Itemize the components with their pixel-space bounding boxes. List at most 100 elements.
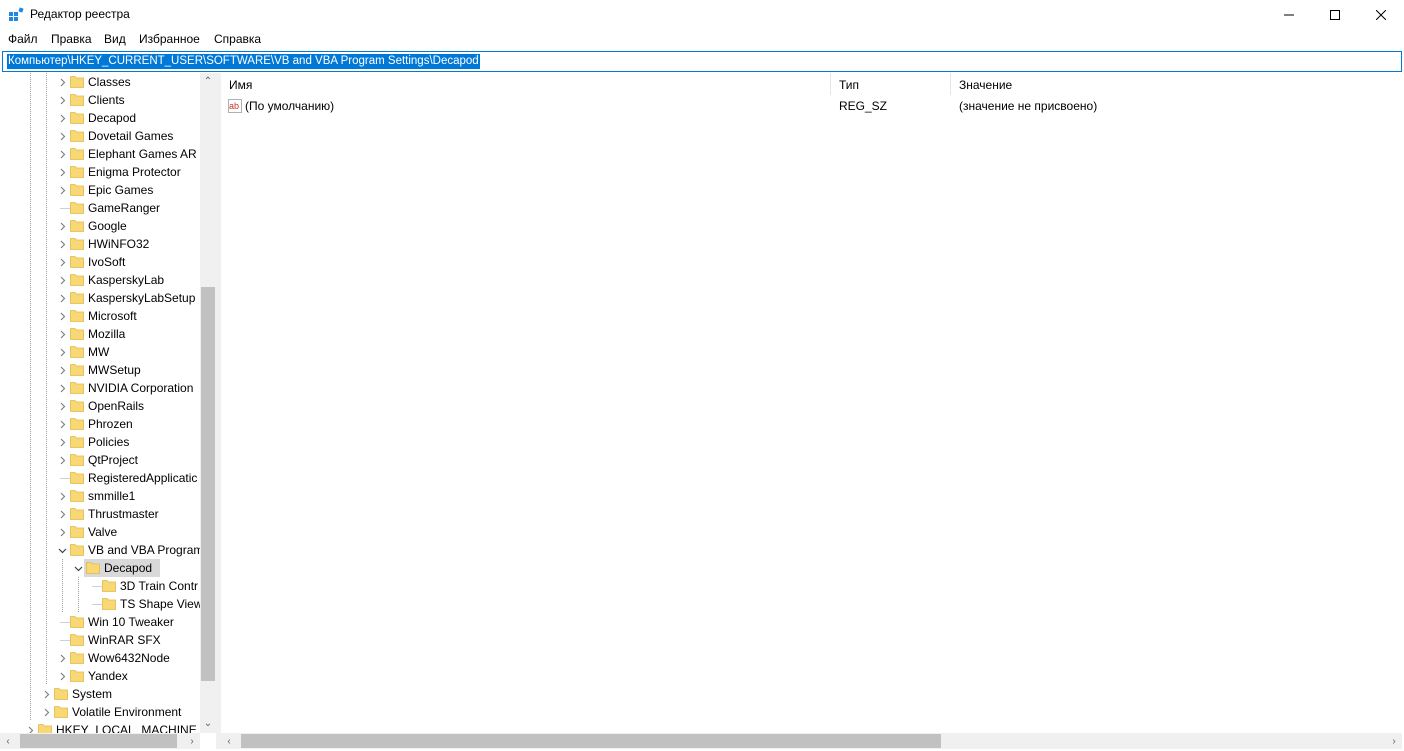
tree-item[interactable]: Thrustmaster [0,505,200,523]
tree-item[interactable]: Decapod [0,109,200,127]
tree-item-label: Yandex [88,669,128,683]
column-divider[interactable] [830,73,831,95]
chevron-right-icon[interactable] [56,271,68,289]
folder-icon [70,111,84,124]
chevron-right-icon[interactable] [40,685,52,703]
column-value-header[interactable]: Значение [959,78,1012,92]
tree-scroll-thumb[interactable] [201,287,215,681]
chevron-right-icon[interactable] [56,397,68,415]
chevron-right-icon[interactable] [56,109,68,127]
scroll-up-icon[interactable]: ⌃ [200,73,216,89]
scroll-down-icon[interactable]: ⌄ [200,715,216,731]
chevron-right-icon[interactable] [56,523,68,541]
chevron-right-icon[interactable] [56,127,68,145]
tree-horizontal-scrollbar[interactable]: ‹ › [0,733,200,749]
scroll-left-icon[interactable]: ‹ [0,733,16,749]
tree-item[interactable]: VB and VBA Program [0,541,203,559]
scroll-right-icon[interactable]: › [1386,733,1402,749]
address-path[interactable]: Компьютер\HKEY_CURRENT_USER\SOFTWARE\VB … [7,54,480,69]
tree-item[interactable]: HWiNFO32 [0,235,200,253]
tree-item[interactable]: Mozilla [0,325,200,343]
tree-item[interactable]: IvoSoft [0,253,200,271]
chevron-right-icon[interactable] [56,181,68,199]
tree-item[interactable]: Google [0,217,200,235]
tree-item[interactable]: KasperskyLabSetup [0,289,200,307]
tree-vertical-scrollbar[interactable]: ⌃ ⌄ [200,73,216,733]
tree-item[interactable]: 3D Train Contr [0,577,200,595]
tree-item[interactable]: Dovetail Games [0,127,200,145]
tree-item[interactable]: Epic Games [0,181,200,199]
chevron-right-icon[interactable] [56,505,68,523]
menu-edit[interactable]: Правка [51,32,92,46]
tree-item[interactable]: GameRanger [0,199,200,217]
tree-item[interactable]: MWSetup [0,361,200,379]
address-bar[interactable]: Компьютер\HKEY_CURRENT_USER\SOFTWARE\VB … [2,51,1402,72]
chevron-right-icon[interactable] [56,325,68,343]
chevron-right-icon[interactable] [56,289,68,307]
value-data: (значение не присвоено) [959,99,1098,113]
menu-help[interactable]: Справка [214,32,261,46]
chevron-right-icon[interactable] [56,235,68,253]
tree-item[interactable]: RegisteredApplicatic [0,469,200,487]
column-name-header[interactable]: Имя [229,78,252,92]
tree-item[interactable]: Volatile Environment [0,703,200,721]
tree-item[interactable]: QtProject [0,451,200,469]
chevron-right-icon[interactable] [56,451,68,469]
regedit-app-icon [9,7,24,21]
chevron-right-icon[interactable] [56,379,68,397]
tree-item[interactable]: KasperskyLab [0,271,200,289]
scroll-left-icon[interactable]: ‹ [221,733,237,749]
chevron-right-icon[interactable] [56,253,68,271]
maximize-button[interactable] [1312,0,1358,30]
chevron-right-icon[interactable] [56,91,68,109]
tree-item[interactable]: Win 10 Tweaker [0,613,200,631]
tree-item[interactable]: Elephant Games AR [0,145,200,163]
values-pane[interactable]: Имя Тип Значение ab (По умолчанию) REG_S… [221,73,1402,749]
tree-item[interactable]: Clients [0,91,200,109]
tree-item[interactable]: Wow6432Node [0,649,200,667]
tree-item[interactable]: smmille1 [0,487,200,505]
minimize-button[interactable] [1266,0,1312,30]
chevron-right-icon[interactable] [56,433,68,451]
tree-item[interactable]: System [0,685,200,703]
tree-item[interactable]: MW [0,343,200,361]
tree-item[interactable]: Phrozen [0,415,200,433]
tree-item[interactable]: Yandex [0,667,200,685]
tree-item[interactable]: Enigma Protector [0,163,200,181]
values-hscroll-thumb[interactable] [241,734,941,748]
chevron-right-icon[interactable] [56,145,68,163]
tree-item[interactable]: NVIDIA Corporation [0,379,200,397]
chevron-right-icon[interactable] [56,73,68,91]
tree-item[interactable]: Microsoft [0,307,200,325]
menu-view[interactable]: Вид [104,32,126,46]
chevron-down-icon[interactable] [72,559,84,577]
tree-item[interactable]: Classes [0,73,200,91]
chevron-right-icon[interactable] [56,343,68,361]
tree-item[interactable]: Decapod [0,559,200,577]
tree-item[interactable]: WinRAR SFX [0,631,200,649]
value-row[interactable]: ab (По умолчанию) REG_SZ (значение не пр… [221,97,1402,115]
chevron-right-icon[interactable] [56,667,68,685]
column-divider[interactable] [950,73,951,95]
tree-item[interactable]: Valve [0,523,200,541]
values-horizontal-scrollbar[interactable]: ‹ › [221,733,1402,749]
chevron-right-icon[interactable] [56,361,68,379]
chevron-right-icon[interactable] [56,415,68,433]
scroll-right-icon[interactable]: › [184,733,200,749]
menu-file[interactable]: Файл [8,32,38,46]
close-button[interactable] [1358,0,1404,30]
column-type-header[interactable]: Тип [839,78,859,92]
chevron-right-icon[interactable] [56,163,68,181]
chevron-right-icon[interactable] [56,649,68,667]
tree-item[interactable]: TS Shape View [0,595,203,613]
menu-favorites[interactable]: Избранное [139,32,200,46]
chevron-right-icon[interactable] [40,703,52,721]
tree-item[interactable]: Policies [0,433,200,451]
chevron-down-icon[interactable] [56,541,68,559]
tree-item[interactable]: OpenRails [0,397,200,415]
chevron-right-icon[interactable] [56,217,68,235]
chevron-right-icon[interactable] [56,307,68,325]
tree-hscroll-thumb[interactable] [20,734,177,748]
tree-pane[interactable]: Classes Clients Decapod Dovetail Games Eleph… [0,73,216,749]
chevron-right-icon[interactable] [56,487,68,505]
